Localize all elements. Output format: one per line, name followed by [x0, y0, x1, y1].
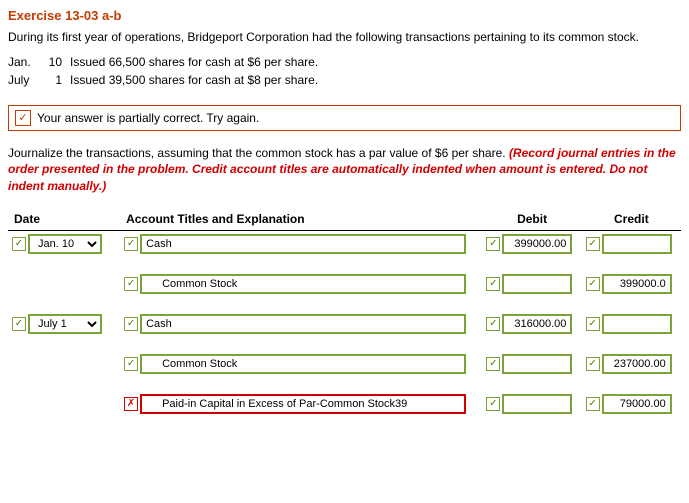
credit-input[interactable] [602, 314, 672, 334]
debit-input[interactable] [502, 274, 572, 294]
correct-mark-icon: ✓ [124, 237, 138, 251]
header-date: Date [8, 208, 120, 231]
date-select[interactable]: Jan. 10 [28, 234, 102, 254]
debit-input[interactable] [502, 314, 572, 334]
account-title-input[interactable] [140, 354, 466, 374]
debit-input[interactable] [502, 394, 572, 414]
correct-mark-icon: ✓ [12, 237, 26, 251]
debit-input[interactable] [502, 354, 572, 374]
correct-mark-icon: ✓ [486, 317, 500, 331]
instructions: Journalize the transactions, assuming th… [8, 145, 681, 194]
header-account: Account Titles and Explanation [120, 208, 482, 231]
transaction-list: Jan. 10 Issued 66,500 shares for cash at… [8, 55, 681, 87]
status-bar: ✓ Your answer is partially correct. Try … [8, 105, 681, 131]
header-debit: Debit [482, 208, 581, 231]
correct-mark-icon: ✓ [486, 397, 500, 411]
correct-mark-icon: ✓ [124, 277, 138, 291]
partial-correct-icon: ✓ [15, 110, 31, 126]
correct-mark-icon: ✓ [586, 317, 600, 331]
account-title-input[interactable] [140, 234, 466, 254]
correct-mark-icon: ✓ [586, 397, 600, 411]
correct-mark-icon: ✓ [486, 357, 500, 371]
account-title-input[interactable] [140, 274, 466, 294]
credit-input[interactable] [602, 274, 672, 294]
tx-day: 10 [48, 55, 62, 69]
journal-row: ✓July 1✓✓✓ [8, 311, 681, 337]
journal-row: ✗ ✓ ✓ [8, 391, 681, 417]
incorrect-mark-icon: ✗ [124, 397, 138, 411]
correct-mark-icon: ✓ [124, 317, 138, 331]
correct-mark-icon: ✓ [586, 277, 600, 291]
journal-row: ✓ ✓ ✓ [8, 271, 681, 297]
tx-day: 1 [48, 73, 62, 87]
status-text: Your answer is partially correct. Try ag… [37, 111, 259, 125]
tx-desc: Issued 66,500 shares for cash at $6 per … [70, 55, 681, 69]
correct-mark-icon: ✓ [486, 277, 500, 291]
header-credit: Credit [582, 208, 681, 231]
journal-row: ✓Jan. 10✓✓✓ [8, 230, 681, 257]
correct-mark-icon: ✓ [586, 237, 600, 251]
credit-input[interactable] [602, 394, 672, 414]
correct-mark-icon: ✓ [586, 357, 600, 371]
transaction-row: July 1 Issued 39,500 shares for cash at … [8, 73, 681, 87]
credit-input[interactable] [602, 354, 672, 374]
account-title-input[interactable] [140, 314, 466, 334]
correct-mark-icon: ✓ [124, 357, 138, 371]
credit-input[interactable] [602, 234, 672, 254]
date-select[interactable]: July 1 [28, 314, 102, 334]
intro-text: During its first year of operations, Bri… [8, 29, 681, 45]
tx-month: July [8, 73, 40, 87]
exercise-title: Exercise 13-03 a-b [8, 8, 681, 23]
correct-mark-icon: ✓ [486, 237, 500, 251]
tx-month: Jan. [8, 55, 40, 69]
account-title-input[interactable] [140, 394, 466, 414]
transaction-row: Jan. 10 Issued 66,500 shares for cash at… [8, 55, 681, 69]
correct-mark-icon: ✓ [12, 317, 26, 331]
tx-desc: Issued 39,500 shares for cash at $8 per … [70, 73, 681, 87]
debit-input[interactable] [502, 234, 572, 254]
instructions-plain: Journalize the transactions, assuming th… [8, 146, 509, 160]
journal-table: Date Account Titles and Explanation Debi… [8, 208, 681, 417]
journal-row: ✓ ✓ ✓ [8, 351, 681, 377]
